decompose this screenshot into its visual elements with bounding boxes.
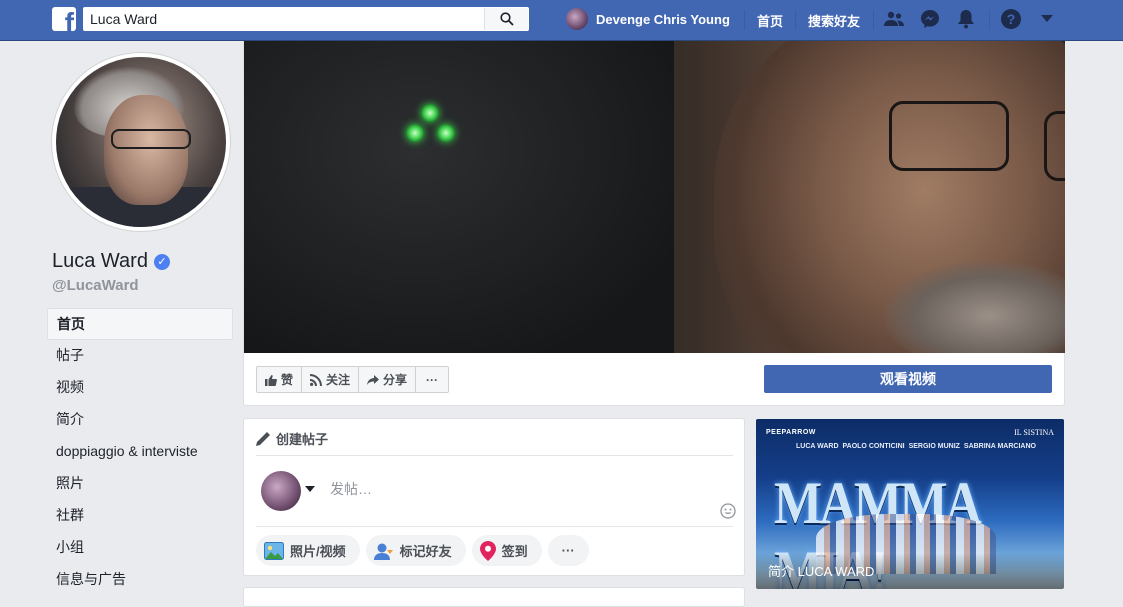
page-action-bar: 赞 关注 分享 ··· [256, 366, 450, 393]
tag-friends-label: 标记好友 [399, 544, 452, 559]
divider [256, 455, 733, 456]
next-card [243, 587, 745, 607]
green-light-icon [406, 124, 424, 142]
photo-video-button[interactable]: 照片/视频 [256, 535, 360, 566]
sidebar-item-dubbing-interviews[interactable]: doppiaggio & interviste [47, 436, 233, 468]
nav-user-name: Devenge Chris Young [596, 11, 730, 27]
promo-venue-text: IL SISTINA [1014, 428, 1054, 437]
sidebar-item-groups[interactable]: 小组 [47, 532, 233, 564]
green-light-icon [421, 104, 439, 122]
divider [256, 526, 733, 527]
sidebar-item-home[interactable]: 首页 [47, 308, 233, 340]
notifications-bell-icon[interactable] [955, 8, 977, 30]
promo-brand-text: PEEPARROW [766, 429, 816, 436]
location-pin-icon [479, 540, 496, 561]
sidebar-item-info-and-ads[interactable]: 信息与广告 [47, 564, 233, 596]
promo-cast-name: PAOLO CONTICINI [842, 443, 905, 450]
search-input[interactable] [84, 8, 484, 30]
tag-friends-icon [373, 543, 393, 560]
about-promo-image[interactable]: PEEPARROW IL SISTINA LUCA WARD PAOLO CON… [756, 419, 1064, 589]
sidebar-item-photos[interactable]: 照片 [47, 468, 233, 500]
create-post-card: 创建帖子 发帖… 照片/视频 标记好友 签到 ··· [243, 418, 745, 576]
more-composer-options-button[interactable]: ··· [547, 535, 589, 566]
create-post-title: 创建帖子 [276, 432, 329, 447]
promo-caption: 简介 LUCA WARD [768, 564, 875, 579]
page-username[interactable]: @LucaWard [52, 277, 139, 294]
search-box [83, 7, 529, 31]
sidebar-item-community[interactable]: 社群 [47, 500, 233, 532]
promo-cast-name: LUCA WARD [796, 443, 839, 450]
photo-icon [264, 541, 284, 560]
promo-cast-name: SERGIO MUNIZ [908, 443, 960, 450]
tag-friends-button[interactable]: 标记好友 [365, 535, 466, 566]
account-menu-caret-icon[interactable] [1036, 8, 1058, 30]
rss-follow-icon [310, 373, 323, 386]
create-post-header[interactable]: 创建帖子 [256, 429, 328, 448]
sidebar-item-videos[interactable]: 视频 [47, 372, 233, 404]
top-navigation-bar: f Devenge Chris Young 首页 搜索好友 ? [0, 0, 1123, 41]
sidebar-item-posts[interactable]: 帖子 [47, 340, 233, 372]
verified-badge-icon: ✓ [153, 253, 170, 270]
share-arrow-icon [367, 374, 380, 385]
messenger-icon[interactable] [919, 8, 941, 30]
watch-video-button[interactable]: 观看视频 [764, 365, 1052, 393]
facebook-logo-icon[interactable]: f [52, 7, 76, 31]
thumbs-up-icon [265, 374, 277, 386]
nav-profile-link[interactable]: Devenge Chris Young [566, 7, 730, 31]
help-icon[interactable]: ? [1000, 8, 1022, 30]
cover-video[interactable] [244, 41, 1065, 353]
search-icon [499, 12, 514, 26]
post-as-caret-icon[interactable] [305, 486, 315, 492]
promo-cast-name: SABRINA MARCIANO [963, 443, 1036, 450]
page-name-text: Luca Ward [52, 250, 148, 272]
post-composer-input[interactable]: 发帖… [330, 479, 372, 499]
like-label: 赞 [281, 373, 294, 387]
promo-cast-list: LUCA WARD PAOLO CONTICINI SERGIO MUNIZ S… [796, 443, 1036, 451]
pencil-icon [256, 431, 270, 446]
share-label: 分享 [383, 373, 408, 387]
more-options-button[interactable]: ··· [416, 367, 448, 392]
nav-home-link[interactable]: 首页 [757, 11, 783, 30]
svg-text:?: ? [1007, 11, 1016, 27]
nav-divider [873, 10, 874, 30]
page-name[interactable]: Luca Ward ✓ [52, 250, 170, 273]
nav-divider [795, 10, 796, 30]
green-light-icon [437, 124, 455, 142]
photo-video-label: 照片/视频 [290, 544, 346, 559]
nav-find-friends-link[interactable]: 搜索好友 [808, 11, 860, 30]
cover-card: 赞 关注 分享 ··· 观看视频 [243, 41, 1065, 406]
friend-requests-icon[interactable] [883, 8, 905, 30]
avatar [261, 471, 301, 511]
sidebar-item-about[interactable]: 简介 [47, 404, 233, 436]
page-sidebar-nav: 首页 帖子 视频 简介 doppiaggio & interviste 照片 社… [47, 308, 233, 596]
share-button[interactable]: 分享 [359, 367, 417, 392]
nav-divider [989, 10, 990, 30]
follow-label: 关注 [326, 373, 351, 387]
search-button[interactable] [484, 8, 528, 30]
emoji-icon[interactable] [720, 503, 736, 522]
avatar [566, 8, 588, 30]
check-in-label: 签到 [501, 544, 528, 559]
composer-actions: 照片/视频 标记好友 签到 ··· [256, 535, 589, 566]
check-in-button[interactable]: 签到 [471, 535, 542, 566]
follow-button[interactable]: 关注 [302, 367, 360, 392]
nav-divider [744, 10, 745, 30]
profile-picture[interactable] [52, 53, 230, 231]
like-button[interactable]: 赞 [257, 367, 303, 392]
